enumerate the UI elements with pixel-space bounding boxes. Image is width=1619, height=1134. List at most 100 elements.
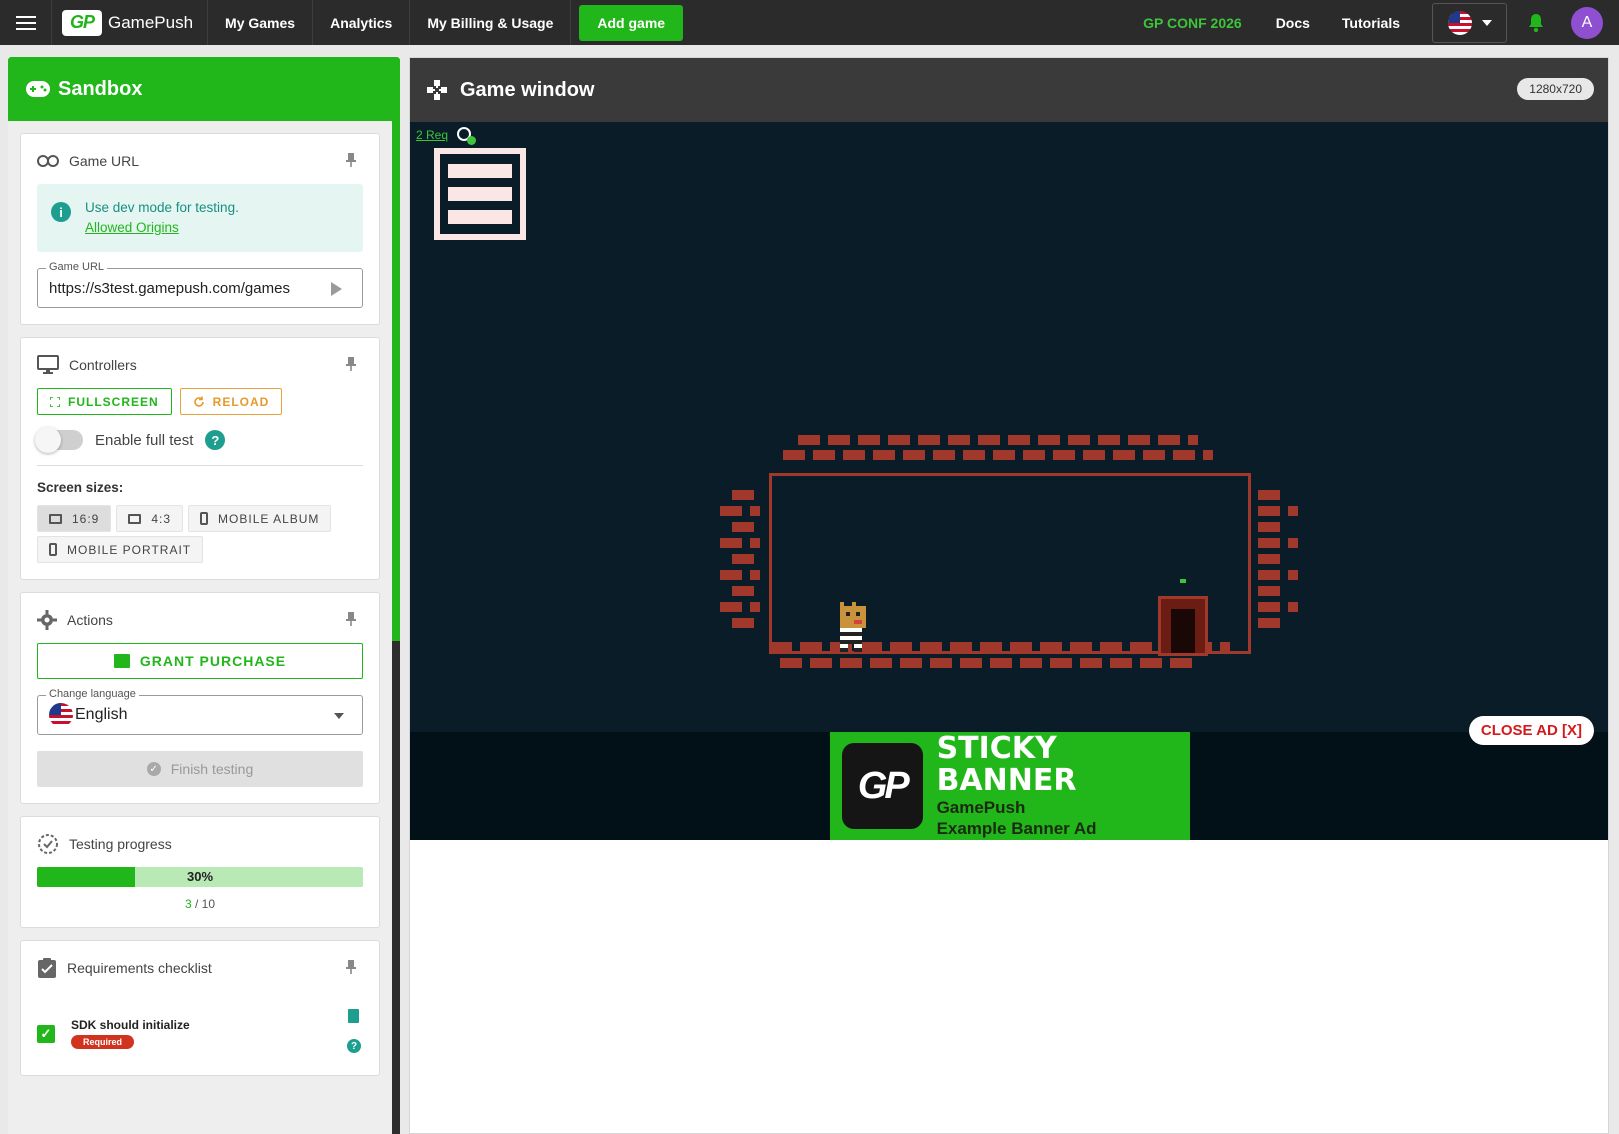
help-icon[interactable]: ? [205, 430, 226, 450]
add-game-button[interactable]: Add game [579, 4, 684, 41]
grant-purchase-button[interactable]: GRANT PURCHASE [37, 643, 363, 679]
nav-my-games[interactable]: My Games [208, 0, 314, 45]
full-test-toggle[interactable] [35, 427, 83, 453]
testing-progress-title: Testing progress [69, 836, 172, 852]
full-test-row: Enable full test ? [35, 425, 363, 455]
chevron-down-icon [1481, 19, 1492, 26]
game-url-field-label: Game URL [46, 261, 108, 273]
progress-total: 10 [201, 897, 216, 911]
sidebar-scrollbar[interactable] [392, 121, 400, 1134]
help-icon[interactable]: ? [347, 1039, 361, 1053]
fullscreen-icon [50, 396, 60, 407]
requests-link[interactable]: 2 Req [416, 128, 448, 142]
top-navbar: GP GamePush My Games Analytics My Billin… [0, 0, 1619, 45]
game-url-input[interactable]: https://s3test.gamepush.com/games [49, 280, 309, 297]
sandbox-header: Sandbox [8, 57, 400, 121]
brick-column [720, 538, 760, 548]
brick-row [783, 450, 1213, 460]
allowed-origins-link[interactable]: Allowed Origins [85, 218, 239, 238]
game-window-header: Game window 1280x720 [410, 58, 1608, 122]
game-menu-button[interactable] [434, 148, 526, 240]
play-icon[interactable] [331, 282, 342, 296]
pin-icon[interactable] [345, 959, 357, 975]
required-badge: Required [71, 1035, 135, 1049]
game-window-panel: Game window 1280x720 2 Req GP STICKY BAN… [409, 57, 1609, 1134]
size-mobile-portrait-button[interactable]: MOBILE PORTRAIT [37, 536, 204, 563]
logo-text: GamePush [108, 12, 194, 32]
reload-button[interactable]: RELOAD [179, 388, 283, 415]
size-16-9-label: 16:9 [72, 511, 100, 526]
progress-check-icon [38, 834, 58, 854]
pin-icon[interactable] [345, 152, 357, 168]
brick-column [1258, 522, 1288, 532]
grant-purchase-label: GRANT PURCHASE [139, 653, 287, 669]
ad-logo: GP [842, 743, 923, 829]
finish-testing-label: Finish testing [170, 761, 254, 777]
finish-testing-button[interactable]: ✓ Finish testing [37, 751, 363, 787]
brick-column [1258, 618, 1288, 628]
testing-progress-card-title: Testing progress [37, 833, 363, 855]
monitor-icon [37, 355, 59, 374]
sticky-banner-ad[interactable]: GP STICKY BANNER GamePush Example Banner… [830, 732, 1190, 840]
game-canvas[interactable]: 2 Req GP STICKY BANNER GamePush Example … [410, 122, 1608, 840]
info-text: Use dev mode for testing. [85, 200, 239, 215]
us-flag-icon [49, 703, 73, 727]
checkbox-checked-icon[interactable]: ✓ [37, 1025, 55, 1043]
nav-docs-link[interactable]: Docs [1276, 15, 1310, 31]
sandbox-sidebar: Sandbox Game URL i Use dev mode for test… [8, 57, 400, 1134]
pin-icon[interactable] [345, 611, 357, 627]
language-selector[interactable] [1432, 2, 1507, 43]
document-icon[interactable] [348, 1009, 359, 1023]
menu-icon[interactable] [0, 0, 52, 45]
check-circle-icon: ✓ [146, 762, 161, 776]
nav-conf-link[interactable]: GP CONF 2026 [1143, 15, 1242, 31]
brick-column [732, 554, 762, 564]
door-light [1180, 579, 1186, 583]
gift-icon [113, 654, 130, 668]
size-mobile-album-button[interactable]: MOBILE ALBUM [188, 505, 332, 532]
brick-column [720, 602, 760, 612]
dev-mode-info: i Use dev mode for testing. Allowed Orig… [37, 184, 363, 252]
brick-column [1258, 554, 1288, 564]
controllers-title: Controllers [69, 357, 137, 373]
fullscreen-button[interactable]: FULLSCREEN [37, 388, 172, 415]
testing-progress-card: Testing progress 30% 3 / 10 [20, 816, 380, 928]
progress-percent: 30% [186, 869, 214, 884]
brick-column [1258, 506, 1298, 516]
brick-column [1258, 490, 1288, 500]
brick-column [1258, 538, 1298, 548]
nav-analytics[interactable]: Analytics [313, 0, 411, 45]
full-test-label: Enable full test [95, 431, 194, 449]
requirement-item: ✓ SDK should initialize Required ? [37, 1009, 363, 1059]
language-select-value: English [75, 706, 128, 723]
scrollbar-thumb[interactable] [392, 121, 400, 641]
avatar[interactable]: A [1571, 6, 1603, 39]
chevron-down-icon [334, 713, 344, 719]
requirements-card-title: Requirements checklist [37, 957, 363, 979]
game-url-card: Game URL i Use dev mode for testing. All… [20, 133, 380, 325]
us-flag-icon [1447, 10, 1472, 35]
close-ad-button[interactable]: CLOSE AD [X] [1468, 716, 1594, 745]
sandbox-title: Sandbox [58, 77, 143, 100]
size-4-3-button[interactable]: 4:3 [116, 505, 184, 532]
nav-billing[interactable]: My Billing & Usage [410, 0, 572, 45]
logo[interactable]: GP GamePush [52, 0, 209, 45]
size-16-9-button[interactable]: 16:9 [37, 505, 112, 532]
actions-title: Actions [67, 612, 113, 628]
pin-icon[interactable] [345, 356, 357, 372]
bell-icon[interactable] [1525, 12, 1547, 34]
menu-icon [440, 154, 520, 234]
ad-line-1: GamePush [936, 798, 1026, 817]
size-mobile-album-label: MOBILE ALBUM [218, 511, 320, 526]
ad-title: STICKY BANNER [936, 731, 1077, 798]
controllers-card-title: Controllers [37, 354, 363, 376]
nav-tutorials-link[interactable]: Tutorials [1342, 15, 1400, 31]
progress-bar: 30% [37, 867, 363, 887]
controllers-card: Controllers FULLSCREEN RELOAD Enable ful… [20, 337, 380, 580]
gamepad-icon [26, 81, 50, 97]
game-url-field[interactable]: Game URL https://s3test.gamepush.com/gam… [37, 261, 363, 308]
divider [37, 465, 363, 466]
language-select[interactable]: Change language English [37, 688, 363, 735]
gear-icon [37, 610, 57, 630]
requirements-card: Requirements checklist ✓ SDK should init… [20, 940, 380, 1076]
